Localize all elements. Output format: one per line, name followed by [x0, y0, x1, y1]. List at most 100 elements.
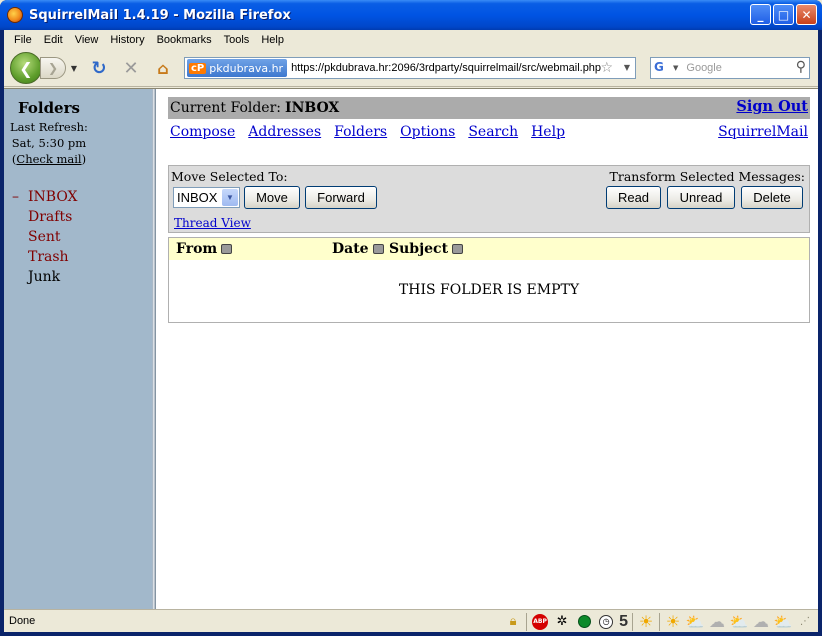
navigation-toolbar: ❮ ❯ ▼ ↻ ✕ ⌂ cP pkdubrava.hr https://pkdu… — [4, 50, 818, 87]
site-identity-button[interactable]: cP pkdubrava.hr — [187, 59, 288, 77]
weather-sun-icon[interactable]: ☀ — [637, 612, 655, 631]
google-icon[interactable]: G — [654, 60, 672, 76]
check-mail-link[interactable]: Check mail — [16, 152, 81, 166]
minimize-button[interactable]: _ — [750, 4, 771, 25]
frame-divider[interactable] — [152, 89, 156, 610]
squirrelmail-link[interactable]: SquirrelMail — [718, 124, 808, 140]
folder-name[interactable]: INBOX — [28, 189, 78, 205]
folders-heading: Folders — [18, 99, 80, 117]
folder-sent[interactable]: Sent — [12, 227, 78, 247]
reload-icon[interactable]: ↻ — [86, 55, 112, 81]
title-bar[interactable]: SquirrelMail 1.4.19 - Mozilla Firefox _ … — [0, 0, 822, 30]
weather-partly-cloudy-icon[interactable]: ⛅ — [686, 613, 705, 631]
site-identity-label: pkdubrava.hr — [209, 61, 284, 75]
folder-name[interactable]: Junk — [28, 269, 60, 285]
folder-name[interactable]: Drafts — [28, 209, 72, 225]
message-list-header: From Date Subject — [169, 238, 809, 260]
nav-search[interactable]: Search — [468, 124, 518, 140]
status-text: Done — [9, 615, 36, 627]
folder-inbox[interactable]: – INBOX — [12, 187, 78, 207]
browser-window: SquirrelMail 1.4.19 - Mozilla Firefox _ … — [0, 0, 822, 636]
menu-help[interactable]: Help — [255, 34, 290, 46]
resize-grip-icon[interactable]: ⋰ — [796, 613, 814, 631]
message-pane: Current Folder: INBOX Sign Out Compose A… — [160, 89, 818, 610]
firefox-icon — [7, 7, 23, 23]
status-bar: Done 🔒︎ ABP ✲ ◷ 5 ☀ ☀ ⛅ ☁ ⛅ ☁ ⛅ ⋰ — [4, 609, 818, 632]
home-icon[interactable]: ⌂ — [150, 55, 176, 81]
menu-file[interactable]: File — [8, 34, 38, 46]
current-folder-label: Current Folder: — [170, 100, 282, 116]
move-target-select[interactable]: INBOX ▼ — [173, 187, 240, 208]
sign-out-link[interactable]: Sign Out — [736, 98, 808, 115]
search-box[interactable]: G ▼ Google ⚲ — [650, 57, 810, 79]
thread-view-link[interactable]: Thread View — [174, 216, 251, 230]
column-subject: Subject — [389, 241, 464, 257]
back-button[interactable]: ❮ — [10, 52, 42, 84]
folder-list: – INBOX Drafts Sent Trash Junk — [12, 187, 78, 287]
column-date: Date — [332, 241, 384, 257]
nav-help[interactable]: Help — [531, 124, 565, 140]
menu-view[interactable]: View — [69, 34, 105, 46]
menu-tools[interactable]: Tools — [218, 34, 256, 46]
chevron-down-icon[interactable]: ▼ — [222, 189, 238, 206]
move-target-value: INBOX — [177, 190, 218, 205]
clock-icon[interactable]: ◷ — [597, 613, 615, 631]
adblock-icon[interactable]: ABP — [531, 613, 549, 631]
forward-button[interactable]: Forward — [305, 186, 377, 209]
weather-partly-cloudy-icon[interactable]: ⛅ — [774, 613, 793, 631]
nav-options[interactable]: Options — [400, 124, 455, 140]
window-controls: _ □ ✕ — [750, 4, 817, 25]
menu-bookmarks[interactable]: Bookmarks — [151, 34, 218, 46]
address-bar[interactable]: cP pkdubrava.hr https://pkdubrava.hr:209… — [184, 57, 636, 79]
window-title: SquirrelMail 1.4.19 - Mozilla Firefox — [29, 7, 291, 23]
lock-icon[interactable]: 🔒︎ — [504, 613, 522, 631]
message-actions-panel: Move Selected To: Transform Selected Mes… — [168, 165, 810, 233]
last-refresh: Last Refresh: Sat, 5:30 pm (Check mail) — [4, 119, 94, 167]
menu-bar: File Edit View History Bookmarks Tools H… — [4, 30, 818, 50]
column-from-label: From — [176, 241, 218, 257]
page-viewport: Folders Last Refresh: Sat, 5:30 pm (Chec… — [4, 88, 818, 610]
url-input[interactable]: https://pkdubrava.hr:2096/3rdparty/squir… — [291, 62, 609, 74]
status-green-icon[interactable] — [575, 613, 593, 631]
column-subject-label: Subject — [389, 241, 449, 257]
status-tray: 🔒︎ ABP ✲ ◷ 5 ☀ ☀ ⛅ ☁ ⛅ ☁ ⛅ ⋰ — [504, 612, 814, 631]
weather-sun-icon[interactable]: ☀ — [664, 612, 682, 631]
nav-addresses[interactable]: Addresses — [248, 124, 321, 140]
forward-nav-button[interactable]: ❯ — [40, 57, 66, 79]
move-button[interactable]: Move — [244, 186, 300, 209]
sort-icon[interactable] — [452, 244, 464, 254]
column-date-label: Date — [332, 241, 369, 257]
unread-button[interactable]: Unread — [667, 186, 735, 209]
stop-icon[interactable]: ✕ — [118, 55, 144, 81]
column-from: From — [176, 241, 233, 257]
search-engine-dropdown-icon[interactable]: ▼ — [673, 64, 678, 72]
nav-folders[interactable]: Folders — [334, 124, 387, 140]
search-icon[interactable]: ⚲ — [796, 59, 806, 75]
weather-cloud-icon[interactable]: ☁ — [708, 612, 726, 631]
nav-compose[interactable]: Compose — [170, 124, 235, 140]
close-button[interactable]: ✕ — [796, 4, 817, 25]
sort-icon[interactable] — [221, 244, 233, 254]
search-input[interactable]: Google — [686, 62, 721, 74]
bookmark-star-icon[interactable]: ☆ — [600, 60, 613, 76]
weather-cloud-icon[interactable]: ☁ — [752, 612, 770, 631]
current-folder-bar: Current Folder: INBOX Sign Out — [168, 97, 810, 119]
folder-trash[interactable]: Trash — [12, 247, 78, 267]
history-dropdown-icon[interactable]: ▼ — [68, 64, 80, 73]
check-mail-wrapper: (Check mail) — [4, 151, 94, 167]
url-dropdown-icon[interactable]: ▼ — [624, 63, 630, 72]
folder-name[interactable]: Sent — [28, 229, 61, 245]
transform-label: Transform Selected Messages: — [609, 169, 805, 184]
firebug-icon[interactable]: ✲ — [553, 613, 571, 631]
weather-partly-cloudy-icon[interactable]: ⛅ — [730, 613, 749, 631]
read-button[interactable]: Read — [606, 186, 661, 209]
folder-drafts[interactable]: Drafts — [12, 207, 78, 227]
menu-edit[interactable]: Edit — [38, 34, 69, 46]
folder-name[interactable]: Trash — [28, 249, 69, 265]
sort-icon[interactable] — [372, 244, 384, 254]
folder-junk[interactable]: Junk — [12, 267, 78, 287]
move-selected-label: Move Selected To: — [171, 169, 288, 184]
maximize-button[interactable]: □ — [773, 4, 794, 25]
delete-button[interactable]: Delete — [741, 186, 803, 209]
menu-history[interactable]: History — [104, 34, 150, 46]
